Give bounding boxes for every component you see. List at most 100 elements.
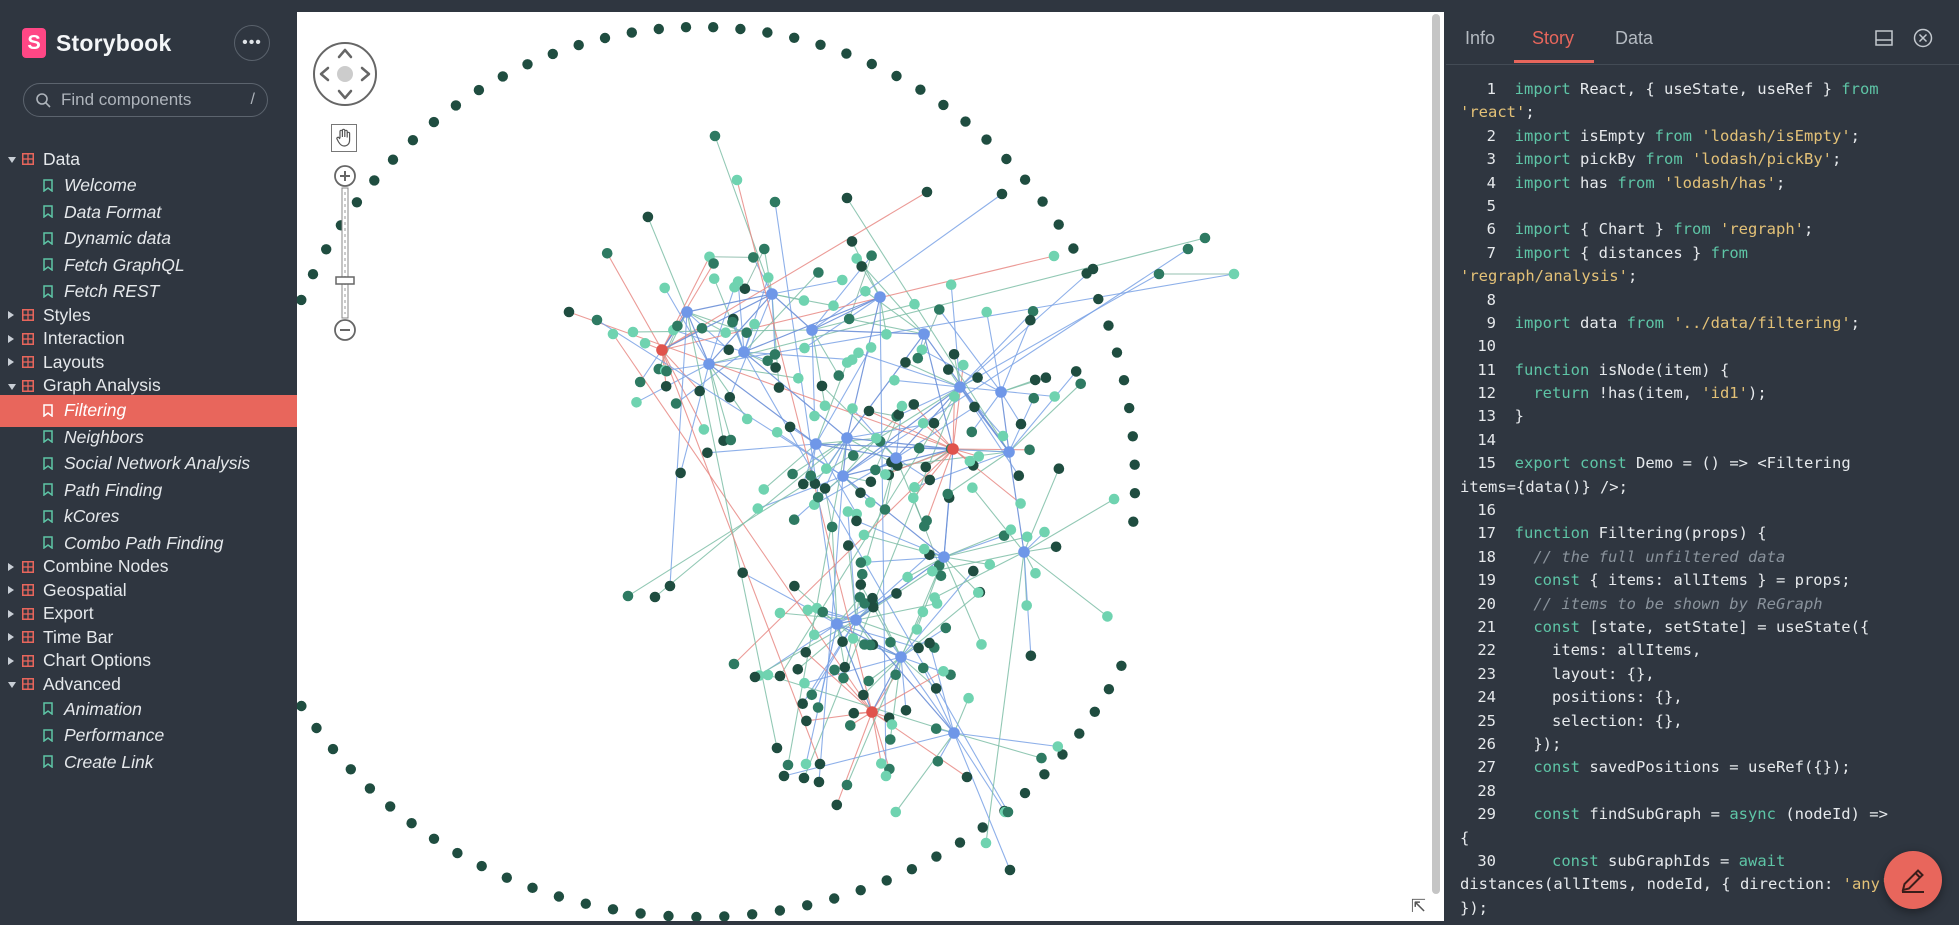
line-number: 3: [1486, 150, 1496, 169]
sidebar-item-label: Animation: [64, 698, 142, 719]
graph-node: [938, 666, 949, 677]
ring-node: [866, 58, 877, 70]
bookmark-icon: [43, 702, 53, 715]
line-number: 9: [1486, 313, 1496, 332]
code-line: 24 positions: {},: [1446, 686, 1959, 709]
code-text: import React, { useState, useRef } from: [1514, 80, 1879, 98]
panel-tabs: Info Story Data: [1446, 0, 1959, 65]
graph-node: [1053, 463, 1065, 475]
ring-node: [774, 905, 786, 916]
graph-node: [917, 418, 929, 429]
ring-node: [497, 71, 508, 82]
graph-edge: [895, 732, 955, 813]
brand[interactable]: S Storybook: [22, 28, 172, 58]
graph-edges: [568, 135, 1235, 871]
graph-node: [798, 295, 810, 306]
network-graph[interactable]: [297, 12, 1444, 921]
graph-node: [981, 306, 992, 318]
graph-hub-node: [837, 470, 849, 482]
graph-node: [949, 391, 960, 402]
panel-orientation-icon[interactable]: [1872, 26, 1896, 50]
line-number: 21: [1477, 617, 1496, 636]
graph-node: [833, 370, 845, 381]
tab-info[interactable]: Info: [1465, 28, 1495, 49]
ring-node: [321, 244, 332, 255]
ring-node: [735, 23, 746, 35]
code-line: 3 import pickBy from 'lodash/pickBy';: [1446, 148, 1959, 171]
graph-node: [890, 669, 901, 681]
graph-node: [802, 604, 814, 616]
graph-edge: [771, 279, 843, 295]
ring-node: [406, 818, 417, 829]
code-line: 17 function Filtering(props) {: [1446, 522, 1959, 545]
tab-data[interactable]: Data: [1615, 28, 1653, 49]
caret-right-icon: [8, 656, 14, 665]
close-panel-icon[interactable]: [1911, 26, 1935, 50]
graph-node: [1021, 600, 1032, 611]
edit-story-button[interactable]: [1884, 851, 1942, 909]
graph-node: [826, 521, 838, 533]
ring-node: [663, 910, 674, 921]
graph-node: [563, 306, 575, 318]
addons-panel: Info Story Data 1 import React, { useSta…: [1446, 0, 1959, 925]
graph-node: [831, 799, 843, 811]
ring-node: [573, 39, 584, 51]
sidebar-story-create-link[interactable]: Create Link: [0, 746, 297, 778]
graph-canvas[interactable]: ⇱: [297, 12, 1444, 921]
search-shortcut-hint: /: [250, 91, 255, 108]
code-line: });: [1446, 897, 1959, 920]
brand-name: Storybook: [56, 29, 172, 56]
graph-node: [870, 464, 881, 476]
graph-node: [798, 772, 810, 784]
graph-node: [880, 469, 891, 480]
sidebar-item-label: Data Format: [64, 201, 162, 222]
graph-node: [631, 397, 642, 408]
zoom-control[interactable]: [333, 164, 357, 344]
canvas-scrollbar[interactable]: [1432, 14, 1440, 894]
graph-hub-node: [948, 727, 960, 739]
ring-node: [473, 84, 485, 96]
graph-node: [769, 349, 781, 360]
pan-navigation-control[interactable]: [313, 42, 377, 106]
graph-node: [919, 543, 930, 555]
graph-node: [660, 381, 672, 392]
graph-hub-node: [841, 432, 853, 444]
graph-edge: [811, 296, 881, 331]
graph-node: [945, 279, 957, 291]
graph-node: [885, 734, 896, 745]
active-tab-indicator: [1514, 60, 1594, 63]
graph-node: [891, 588, 902, 599]
ring-node: [428, 833, 440, 844]
ring-node: [327, 743, 339, 755]
graph-edge: [669, 311, 688, 587]
graph-node: [725, 434, 737, 446]
line-number: 13: [1477, 407, 1496, 426]
graph-node: [837, 274, 848, 286]
ring-node: [653, 23, 664, 35]
code-text: }: [1496, 407, 1524, 426]
graph-node: [967, 482, 978, 494]
graph-edge: [943, 448, 954, 558]
ring-node: [407, 135, 419, 146]
graph-node: [805, 470, 817, 482]
code-text: positions: {},: [1496, 688, 1683, 707]
graph-node: [931, 598, 943, 609]
ring-node: [428, 116, 440, 128]
graph-hub-node: [1018, 546, 1030, 558]
graph-node: [800, 647, 812, 658]
graph-node: [943, 364, 954, 375]
graph-node: [752, 503, 764, 514]
graph-node: [1025, 650, 1037, 662]
graph-node: [1108, 493, 1120, 505]
ring-node: [762, 27, 773, 38]
graph-node: [856, 261, 867, 272]
graph-node: [863, 405, 875, 417]
hand-tool-button[interactable]: [331, 124, 357, 152]
expand-icon[interactable]: ⇱: [1411, 896, 1426, 917]
sidebar: S Storybook ••• Find components / Data We…: [0, 0, 297, 925]
more-options-button[interactable]: •••: [234, 25, 270, 61]
graph-edge: [1008, 383, 1082, 453]
search-input[interactable]: Find components /: [23, 83, 268, 117]
caret-right-icon: [8, 358, 14, 366]
tab-story[interactable]: Story: [1532, 28, 1574, 49]
